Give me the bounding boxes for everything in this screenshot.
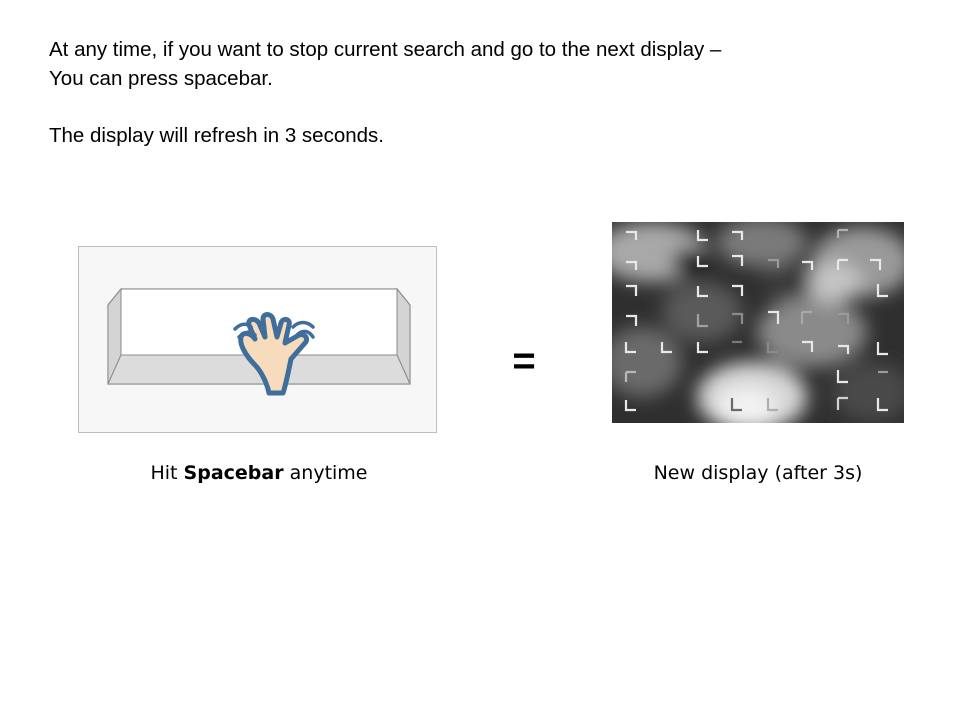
caption-suffix: anytime [283,462,368,484]
new-display-caption: New display (after 3s) [653,462,863,484]
instruction-line-1: At any time, if you want to stop current… [49,38,722,61]
equals-sign: = [512,339,536,383]
instruction-text-block: At any time, if you want to stop current… [49,35,909,150]
instruction-line-3: The display will refresh in 3 seconds. [49,124,384,147]
noise-search-display [612,222,904,423]
spacebar-key-icon [107,287,411,396]
caption-spacebar-bold: Spacebar [183,462,284,484]
spacebar-caption: Hit Spacebar anytime [78,460,440,486]
spacebar-illustration [78,246,437,433]
instruction-line-2: You can press spacebar. [49,67,273,90]
noise-background-image [612,222,904,423]
caption-prefix: Hit [150,462,184,484]
